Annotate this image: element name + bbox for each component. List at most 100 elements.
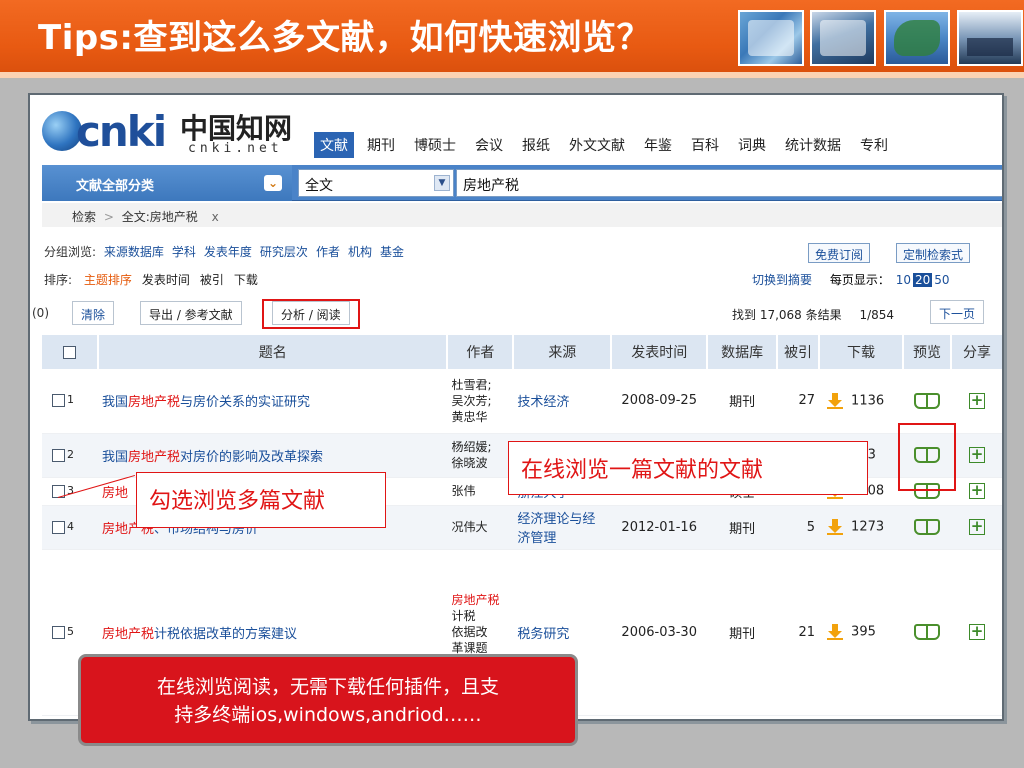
custom-query-button[interactable]: 定制检索式 — [896, 243, 971, 263]
author-name[interactable]: 计税 — [451, 608, 509, 624]
database-nav: 文献 期刊 博硕士 会议 报纸 外文文献 年鉴 百科 词典 统计数据 专利 — [314, 132, 901, 158]
switch-summary-link[interactable]: 切换到摘要 — [752, 273, 812, 287]
nav-tab-5[interactable]: 外文文献 — [563, 132, 631, 158]
sort-item-3[interactable]: 下载 — [234, 273, 258, 287]
view-options: 切换到摘要 每页显示： 10 20 50 — [752, 271, 952, 288]
author-name[interactable]: 杜雪君; — [451, 377, 509, 393]
col-title[interactable]: 题名 — [97, 335, 449, 369]
nav-tab-4[interactable]: 报纸 — [516, 132, 556, 158]
sort-item-2[interactable]: 被引 — [200, 273, 224, 287]
row-cited-cell[interactable]: 5 — [777, 505, 820, 550]
open-book-icon[interactable] — [914, 624, 940, 640]
chevron-down-icon[interactable]: ⌄ — [264, 175, 282, 191]
share-plus-icon[interactable]: + — [968, 483, 985, 499]
share-plus-icon[interactable]: + — [968, 392, 985, 409]
select-all-header — [42, 335, 99, 369]
export-button[interactable]: 导出 / 参考文献 — [140, 301, 242, 325]
share-plus-icon[interactable]: + — [968, 447, 985, 463]
open-book-icon[interactable] — [914, 392, 940, 409]
sort-item-0[interactable]: 主题排序 — [84, 273, 132, 287]
nav-tab-1[interactable]: 期刊 — [361, 132, 401, 158]
group-item-6[interactable]: 基金 — [380, 245, 404, 259]
clear-button[interactable]: 清除 — [72, 301, 115, 325]
row-checkbox[interactable] — [52, 394, 65, 408]
chevron-down-icon[interactable]: ▼ — [434, 175, 450, 191]
nav-tab-9[interactable]: 统计数据 — [779, 132, 847, 158]
author-name[interactable]: 吴次芳; — [451, 393, 509, 409]
remove-filter-icon[interactable]: x — [212, 210, 219, 224]
nav-tab-3[interactable]: 会议 — [469, 132, 509, 158]
share-plus-icon[interactable]: + — [968, 624, 985, 640]
nav-tab-7[interactable]: 百科 — [685, 132, 725, 158]
author-name[interactable]: 徐晓波 — [451, 455, 509, 471]
article-title-link[interactable]: 我国房地产税对房价的影响及改革探索 — [102, 450, 323, 465]
download-icon[interactable] — [827, 392, 844, 409]
article-title-link[interactable]: 房地产税计税依据改革的方案建议 — [102, 627, 297, 642]
download-icon[interactable] — [827, 519, 844, 535]
search-input[interactable]: 房地产税 — [456, 169, 1002, 197]
breadcrumb-root[interactable]: 检索 — [72, 210, 96, 224]
row-checkbox[interactable] — [52, 625, 65, 639]
per-page-option-20[interactable]: 20 — [912, 273, 933, 287]
author-name[interactable]: 黄忠华 — [451, 409, 509, 425]
open-book-icon[interactable] — [914, 447, 940, 463]
group-item-4[interactable]: 作者 — [316, 245, 340, 259]
col-downloads[interactable]: 下载 — [819, 335, 905, 369]
source-link[interactable]: 技术经济 — [517, 395, 569, 410]
row-share-cell: + — [950, 433, 1002, 478]
download-icon[interactable] — [827, 624, 844, 640]
cnki-logo[interactable]: cnki 中国知网 cnki.net — [42, 103, 312, 159]
per-page-option-10[interactable]: 10 — [894, 273, 913, 287]
group-item-3[interactable]: 研究层次 — [260, 245, 308, 259]
per-page-option-50[interactable]: 50 — [932, 273, 951, 287]
nav-tab-8[interactable]: 词典 — [732, 132, 772, 158]
group-item-0[interactable]: 来源数据库 — [104, 245, 164, 259]
sort-label: 排序: — [44, 273, 73, 287]
col-cited[interactable]: 被引 — [777, 335, 821, 369]
article-title-link[interactable]: 我国房地产税与房价关系的实证研究 — [102, 395, 310, 410]
open-book-icon[interactable] — [914, 519, 940, 535]
article-title-link[interactable]: 房地 — [102, 486, 128, 501]
col-date[interactable]: 发表时间 — [611, 335, 709, 369]
author-name[interactable]: 张伟 — [451, 483, 509, 499]
title-text: 与房价关系的实证研究 — [179, 395, 310, 411]
share-plus-icon[interactable]: + — [968, 519, 985, 535]
nav-tab-6[interactable]: 年鉴 — [638, 132, 678, 158]
nav-tab-2[interactable]: 博硕士 — [408, 132, 462, 158]
group-item-5[interactable]: 机构 — [348, 245, 372, 259]
col-author[interactable]: 作者 — [447, 335, 515, 369]
row-number: 1 — [67, 393, 74, 407]
source-link[interactable]: 税务研究 — [517, 627, 569, 642]
row-cited-cell[interactable]: 27 — [777, 369, 820, 434]
next-page-button[interactable]: 下一页 — [930, 300, 985, 324]
author-name[interactable]: 杨绍媛; — [451, 439, 509, 455]
search-field-value: 全文 — [305, 178, 333, 194]
row-number: 2 — [67, 447, 74, 461]
select-all-checkbox[interactable] — [62, 345, 76, 359]
row-cited-cell[interactable]: 21 — [777, 549, 820, 716]
breadcrumb: 检索 > 全文:房地产税 x — [42, 203, 1002, 227]
row-checkbox[interactable] — [52, 520, 65, 534]
row-author-cell: 张伟 — [447, 477, 514, 506]
search-field-select[interactable]: 全文 ▼ — [298, 169, 454, 197]
col-database[interactable]: 数据库 — [707, 335, 779, 369]
row-download-cell: 1136 — [819, 369, 904, 434]
per-page-label: 每页显示： — [829, 273, 890, 287]
author-keyword-highlight: 房地产税 — [451, 593, 500, 607]
analyze-read-button[interactable]: 分析 / 阅读 — [272, 301, 350, 325]
sort-item-1[interactable]: 发表时间 — [142, 273, 190, 287]
download-icon-base — [827, 497, 844, 499]
author-name[interactable]: 况伟大 — [451, 519, 509, 535]
title-keyword-highlight: 房地产税 — [127, 449, 180, 465]
col-source[interactable]: 来源 — [513, 335, 613, 369]
source-link[interactable]: 经济理论与经济管理 — [517, 512, 595, 546]
free-subscribe-button[interactable]: 免费订阅 — [808, 243, 871, 263]
nav-tab-0[interactable]: 文献 — [314, 132, 354, 158]
author-name[interactable]: 依据改 — [451, 624, 509, 640]
row-checkbox[interactable] — [52, 448, 65, 462]
open-book-icon[interactable] — [914, 483, 940, 499]
nav-tab-10[interactable]: 专利 — [854, 132, 894, 158]
group-item-2[interactable]: 发表年度 — [204, 245, 252, 259]
category-dropdown[interactable]: 文献全部分类 ⌄ — [42, 165, 292, 201]
group-item-1[interactable]: 学科 — [172, 245, 196, 259]
